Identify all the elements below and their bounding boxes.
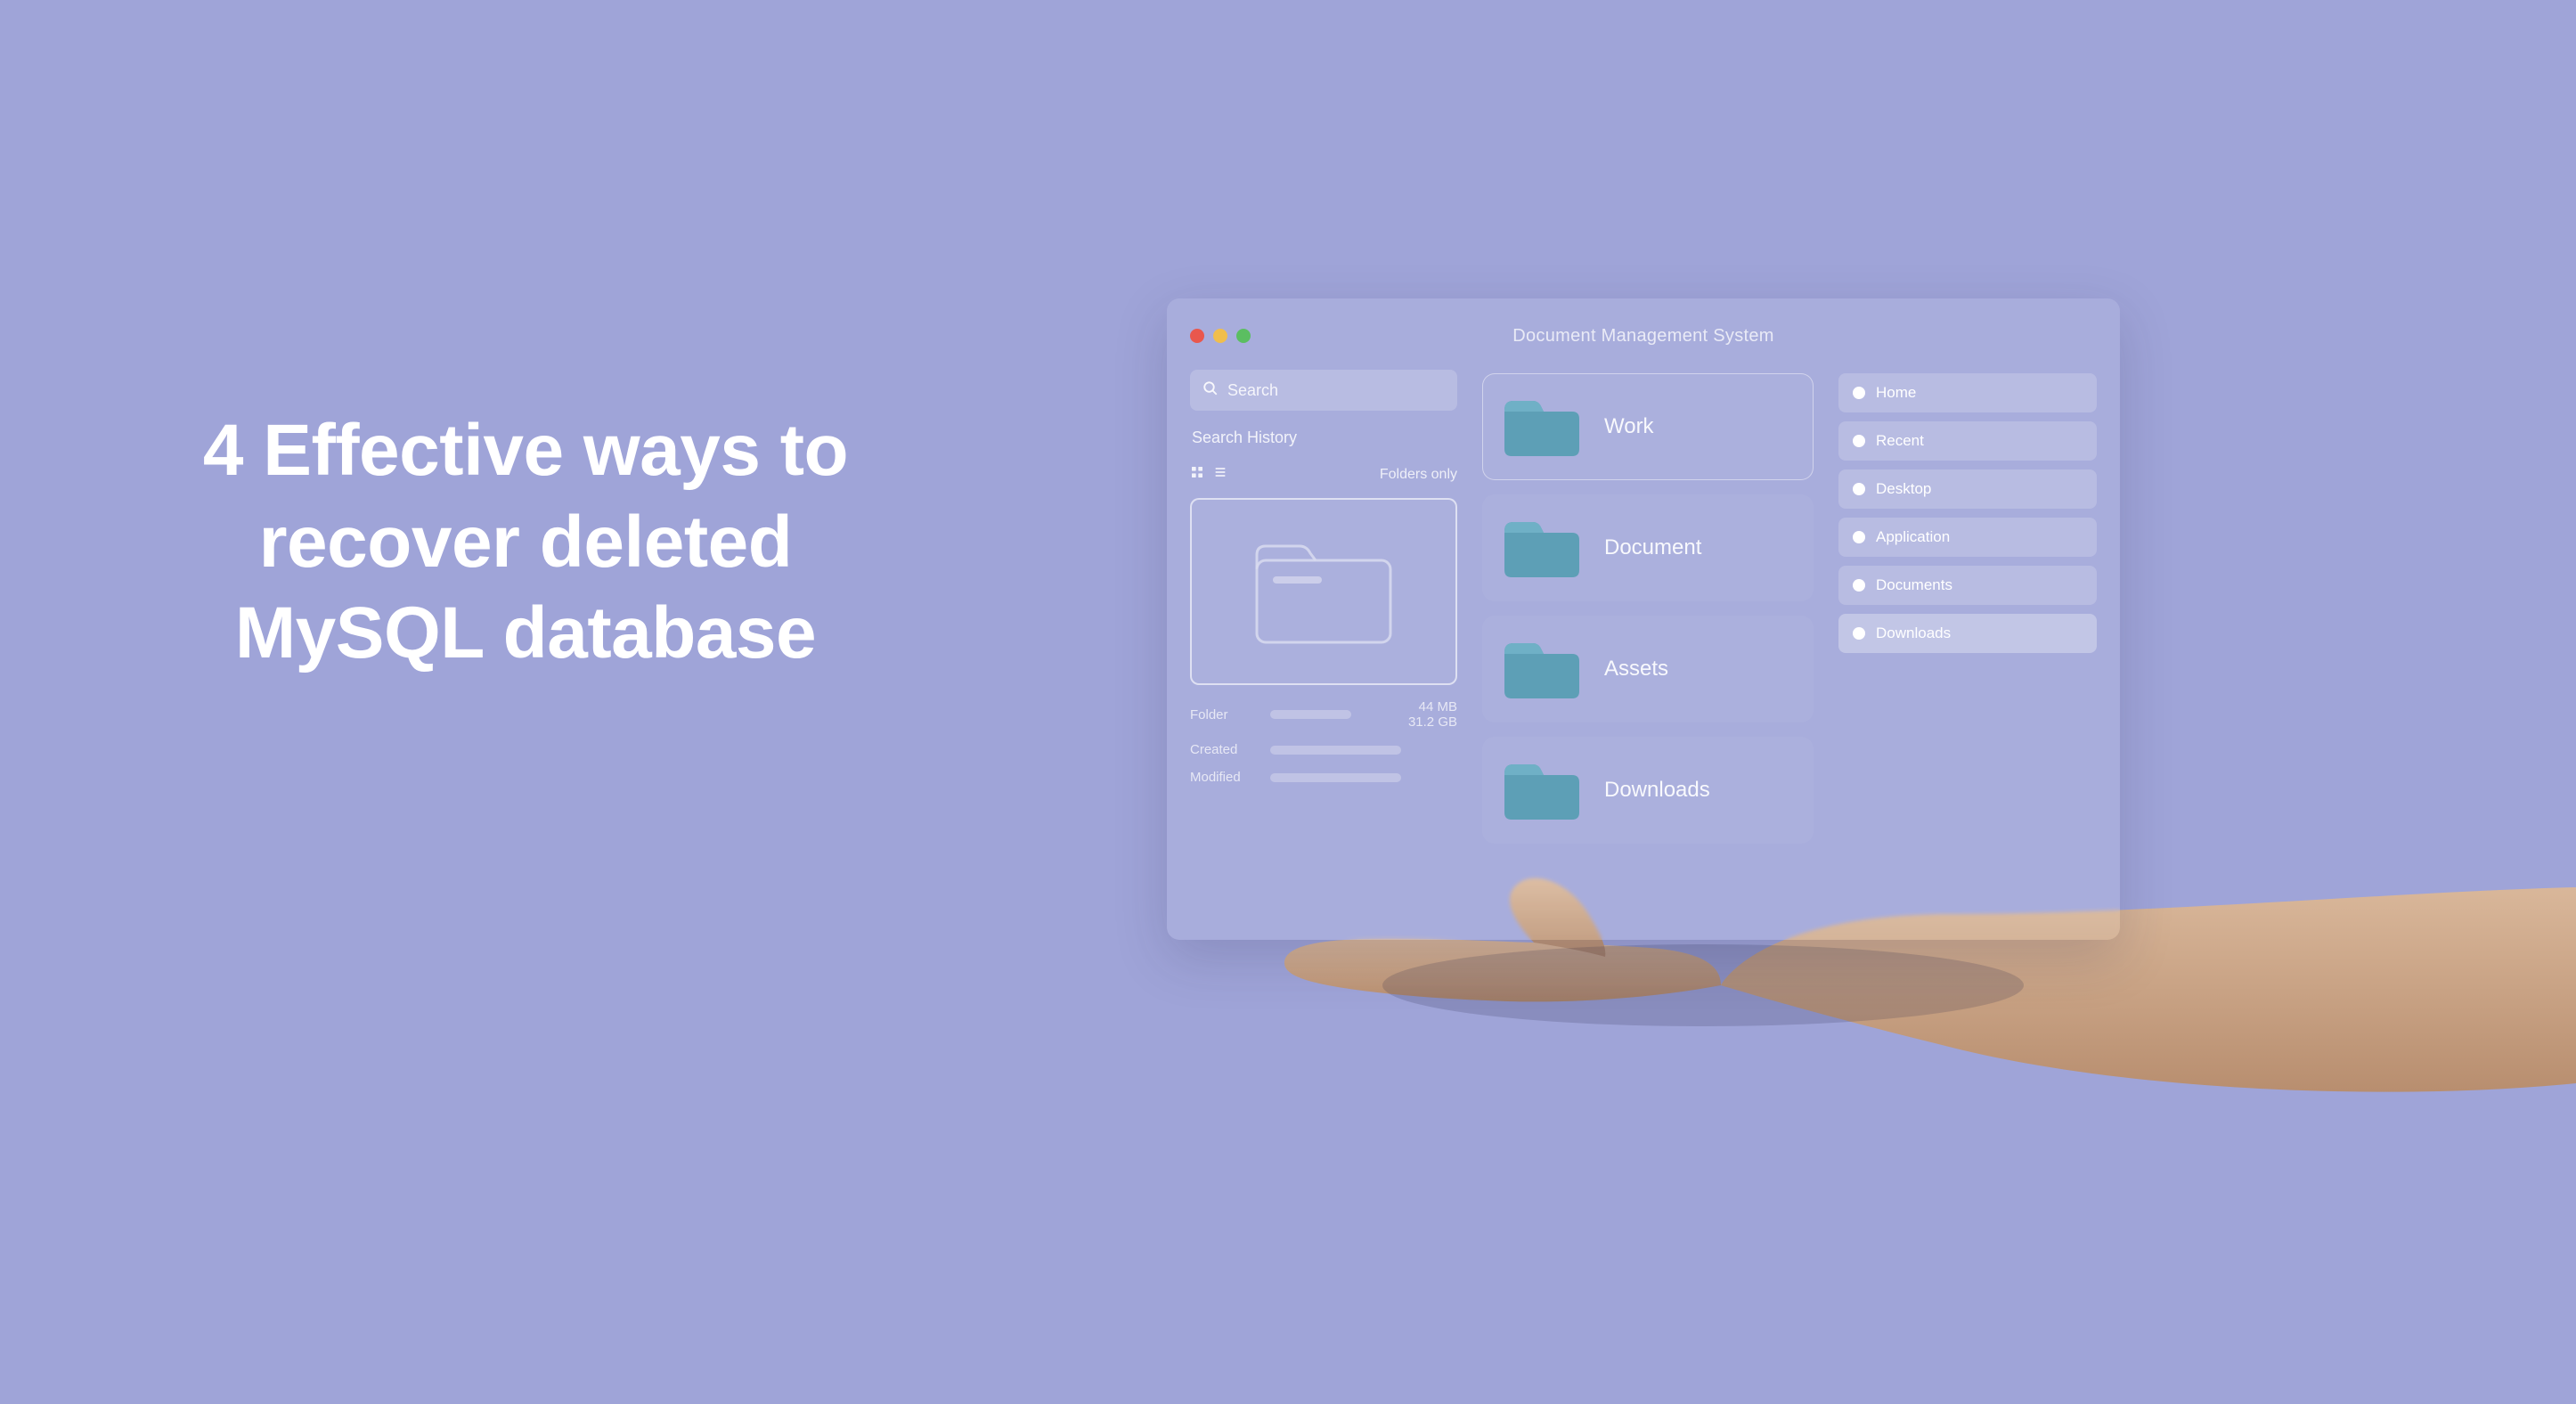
meta-row-created: Created — [1190, 742, 1457, 757]
nav-label: Recent — [1876, 432, 1924, 450]
folder-item-document[interactable]: Document — [1482, 494, 1814, 601]
folder-label: Work — [1604, 414, 1654, 439]
window-titlebar: Document Management System — [1190, 318, 2097, 354]
meta-created-label: Created — [1190, 742, 1270, 757]
window-title: Document Management System — [1190, 326, 2097, 347]
nav-item-documents[interactable]: Documents — [1838, 566, 2097, 605]
meta-size-2: 31.2 GB — [1386, 714, 1457, 730]
bullet-icon — [1853, 435, 1865, 447]
folder-label: Document — [1604, 535, 1701, 560]
meta-bar — [1270, 710, 1351, 719]
nav-label: Desktop — [1876, 480, 1931, 498]
folder-icon — [1501, 757, 1583, 823]
bullet-icon — [1853, 531, 1865, 543]
folder-item-downloads[interactable]: Downloads — [1482, 737, 1814, 844]
folders-only-row: Folders only — [1190, 465, 1457, 484]
sidebar-right: Home Recent Desktop Application Document… — [1838, 370, 2097, 920]
folder-label: Downloads — [1604, 778, 1710, 803]
search-placeholder: Search — [1227, 381, 1278, 400]
meta-bar — [1270, 746, 1401, 755]
search-icon — [1202, 380, 1219, 401]
nav-label: Application — [1876, 528, 1950, 546]
search-history-label: Search History — [1190, 425, 1457, 451]
nav-label: Home — [1876, 384, 1916, 402]
folder-item-work[interactable]: Work — [1482, 373, 1814, 480]
document-management-window: Document Management System Search Search… — [1167, 298, 2120, 940]
folders-only-label: Folders only — [1380, 467, 1457, 483]
meta-modified-label: Modified — [1190, 770, 1270, 785]
bullet-icon — [1853, 579, 1865, 592]
meta-size-1: 44 MB — [1386, 699, 1457, 714]
grid-icon[interactable] — [1190, 465, 1204, 484]
nav-item-application[interactable]: Application — [1838, 518, 2097, 557]
nav-item-desktop[interactable]: Desktop — [1838, 469, 2097, 509]
sidebar-left: Search Search History Folders only — [1190, 370, 1457, 920]
nav-label: Downloads — [1876, 624, 1951, 642]
folder-label: Assets — [1604, 657, 1668, 682]
list-icon[interactable] — [1213, 465, 1227, 484]
folder-item-assets[interactable]: Assets — [1482, 616, 1814, 722]
meta-row-modified: Modified — [1190, 770, 1457, 785]
metadata-block: Folder 44 MB 31.2 GB Created Modified — [1190, 699, 1457, 785]
headline-text: 4 Effective ways to recover deleted MySQ… — [125, 405, 926, 680]
search-input[interactable]: Search — [1190, 370, 1457, 411]
bullet-icon — [1853, 387, 1865, 399]
folder-icon — [1501, 636, 1583, 702]
folder-list: Work Document Assets Downloads — [1482, 370, 1814, 920]
folder-preview — [1190, 498, 1457, 685]
folder-icon — [1501, 515, 1583, 581]
nav-item-downloads[interactable]: Downloads — [1838, 614, 2097, 653]
folder-icon — [1501, 394, 1583, 460]
meta-folder-label: Folder — [1190, 707, 1270, 722]
meta-row-folder: Folder 44 MB 31.2 GB — [1190, 699, 1457, 730]
nav-item-home[interactable]: Home — [1838, 373, 2097, 412]
meta-bar — [1270, 773, 1401, 782]
bullet-icon — [1853, 627, 1865, 640]
nav-item-recent[interactable]: Recent — [1838, 421, 2097, 461]
nav-label: Documents — [1876, 576, 1952, 594]
bullet-icon — [1853, 483, 1865, 495]
